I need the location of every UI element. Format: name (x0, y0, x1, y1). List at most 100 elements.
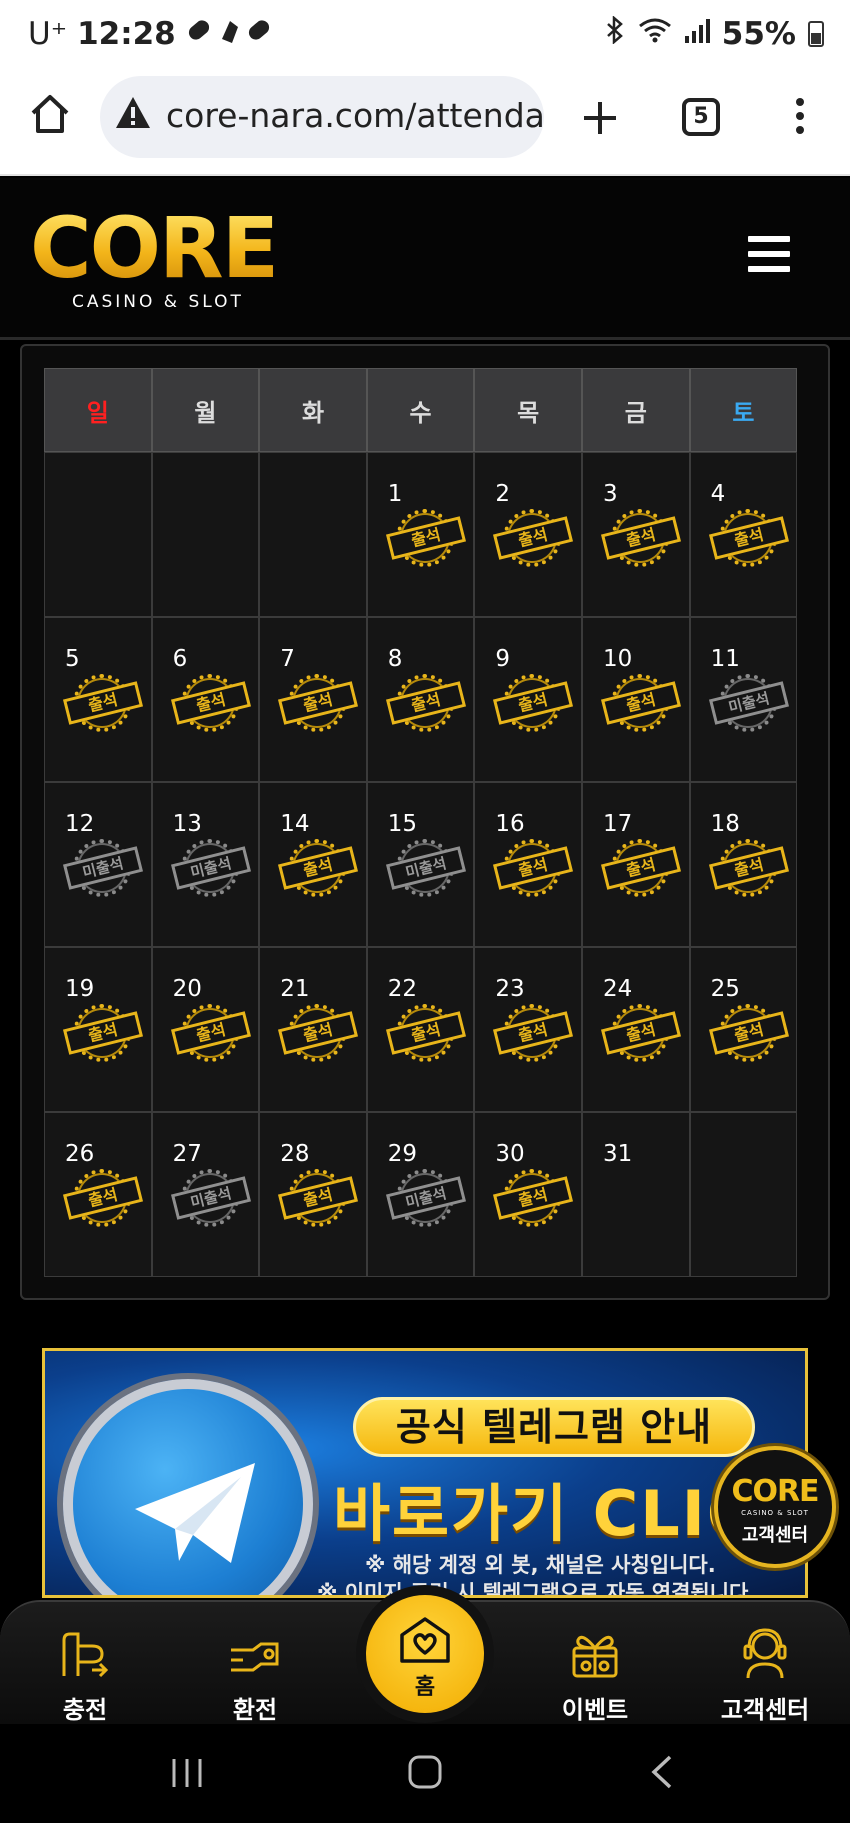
notification-icons (186, 17, 274, 52)
home-button[interactable]: 홈 (366, 1595, 484, 1713)
home-icon[interactable] (28, 92, 72, 140)
attended-stamp-icon: 출석 (493, 1000, 574, 1066)
day-number: 15 (387, 811, 418, 837)
recent-apps-icon[interactable] (170, 1756, 204, 1794)
day-number: 25 (710, 976, 740, 1002)
day-number: 31 (602, 1141, 633, 1167)
attended-stamp-icon: 출석 (385, 670, 466, 736)
calendar-day-cell: 18 출석 (689, 782, 798, 947)
day-number: 27 (172, 1141, 202, 1167)
status-left: U⁺ 12:28 (28, 16, 274, 52)
attended-stamp-icon: 출석 (62, 670, 144, 736)
home-nav-icon[interactable] (407, 1754, 443, 1794)
calendar-week-row: 1 출석 2 출석 3 출석 4 출석 (44, 452, 798, 617)
headset-icon (705, 1624, 825, 1680)
cs-logo-sub: CASINO & SLOT (741, 1509, 809, 1517)
day-number: 4 (710, 481, 726, 507)
attended-stamp-icon: 출석 (493, 505, 574, 571)
day-number: 1 (387, 481, 403, 507)
cs-label: 고객센터 (741, 1525, 809, 1546)
nav-customer-center[interactable]: 고객센터 (705, 1624, 825, 1725)
attended-stamp-icon: 출석 (493, 1165, 574, 1231)
calendar-day-cell: 21 출석 (259, 947, 367, 1112)
nav-label: 환전 (232, 1696, 278, 1724)
weekday-header: 일월화수목금토 (44, 368, 798, 452)
calendar-day-cell: 29 미출석 (366, 1112, 475, 1277)
attended-stamp-icon: 출석 (278, 670, 359, 736)
battery-icon (808, 21, 824, 47)
missed-stamp-icon: 미출석 (385, 835, 466, 901)
calendar-day-cell: 22 출석 (366, 947, 475, 1112)
missed-stamp-icon: 미출석 (708, 670, 789, 736)
attended-stamp-icon: 출석 (278, 1165, 359, 1231)
withdraw-icon (195, 1624, 315, 1680)
paper-plane-icon (131, 1459, 261, 1573)
calendar-day-cell: 23 출석 (474, 947, 582, 1112)
url-text[interactable]: core-nara.com/attenda (166, 96, 544, 135)
weekday-header-cell: 토 (689, 368, 798, 452)
day-number: 16 (495, 811, 525, 837)
nav-home[interactable]: 홈 (356, 1585, 494, 1723)
weekday-header-cell: 월 (151, 368, 260, 452)
nav-label: 충전 (62, 1696, 108, 1724)
attended-stamp-icon: 출석 (600, 1000, 681, 1066)
nav-event[interactable]: 이벤트 (535, 1624, 655, 1725)
calendar-day-cell: 11 미출석 (689, 617, 798, 782)
address-bar[interactable]: core-nara.com/attenda (100, 76, 544, 158)
calendar-day-cell: 17 출석 (581, 782, 690, 947)
telegram-banner[interactable]: 공식 텔레그램 안내 바로가기 CLICK ※ 해당 계정 외 봇, 채널은 사… (42, 1348, 808, 1598)
day-number: 23 (495, 976, 525, 1002)
missed-stamp-icon: 미출석 (170, 835, 251, 901)
nav-withdraw[interactable]: 환전 (195, 1624, 315, 1725)
calendar-day-cell: 2 출석 (474, 452, 582, 617)
site-logo[interactable]: CORE CASINO & SLOT (30, 199, 279, 312)
day-number: 3 (602, 481, 618, 507)
attended-stamp-icon: 출석 (385, 1000, 466, 1066)
day-number: 22 (387, 976, 418, 1002)
calendar-day-cell: 14 출석 (259, 782, 367, 947)
logo-wordmark: CORE (30, 199, 279, 297)
warning-icon[interactable] (114, 94, 152, 136)
site-header: CORE CASINO & SLOT (0, 178, 850, 340)
status-bar: U⁺ 12:28 55% (0, 0, 850, 76)
more-menu-icon[interactable] (790, 94, 810, 142)
calendar-day-cell: 13 미출석 (151, 782, 260, 947)
attended-stamp-icon: 출석 (62, 1165, 144, 1231)
attended-stamp-icon: 출석 (708, 1000, 789, 1066)
calendar-day-cell: 30 출석 (474, 1112, 582, 1277)
weekday-header-cell: 목 (474, 368, 582, 452)
tab-switcher-button[interactable]: 5 (682, 98, 720, 136)
new-tab-icon[interactable] (580, 84, 620, 151)
attended-stamp-icon: 출석 (708, 835, 789, 901)
nav-label: 고객센터 (720, 1696, 810, 1724)
attended-stamp-icon: 출석 (600, 670, 681, 736)
attendance-calendar: 일월화수목금토 1 출석 2 출석 3 출석 4 출석 5 출석 6 출석 7 출석 8 출석 9 출석 10 출석 1… (20, 344, 830, 1300)
attended-stamp-icon: 출석 (278, 835, 359, 901)
hamburger-menu-icon[interactable] (748, 236, 790, 281)
day-number: 19 (65, 976, 95, 1002)
missed-stamp-icon: 미출석 (385, 1165, 466, 1231)
browser-toolbar: core-nara.com/attenda 5 (0, 76, 850, 176)
banner-note: ※ 해당 계정 외 봇, 채널은 사칭입니다. (365, 1553, 716, 1577)
signal-icon (684, 16, 710, 52)
calendar-day-cell: 1 출석 (366, 452, 475, 617)
calendar-grid: 일월화수목금토 1 출석 2 출석 3 출석 4 출석 5 출석 6 출석 7 출석 8 출석 9 출석 10 출석 1… (44, 368, 798, 1277)
attended-stamp-icon: 출석 (170, 670, 251, 736)
day-number: 9 (495, 646, 511, 672)
day-number: 29 (387, 1141, 418, 1167)
gift-icon (535, 1624, 655, 1680)
status-time: 12:28 (77, 16, 176, 52)
day-number: 30 (495, 1141, 525, 1167)
back-icon[interactable] (650, 1754, 674, 1794)
nav-deposit[interactable]: 충전 (25, 1624, 145, 1725)
calendar-day-cell: 6 출석 (151, 617, 260, 782)
calendar-week-row: 19 출석 20 출석 21 출석 22 출석 23 출석 24 출석 25 출석 (44, 947, 798, 1112)
calendar-day-cell (259, 452, 367, 617)
day-number: 8 (387, 646, 403, 672)
calendar-day-cell: 7 출석 (259, 617, 367, 782)
floating-customer-center-button[interactable]: CORE CASINO & SLOT 고객센터 (714, 1446, 836, 1568)
wifi-icon (638, 16, 672, 52)
battery-percent: 55% (721, 16, 796, 52)
weekday-header-cell: 화 (259, 368, 367, 452)
calendar-day-cell: 28 출석 (259, 1112, 367, 1277)
